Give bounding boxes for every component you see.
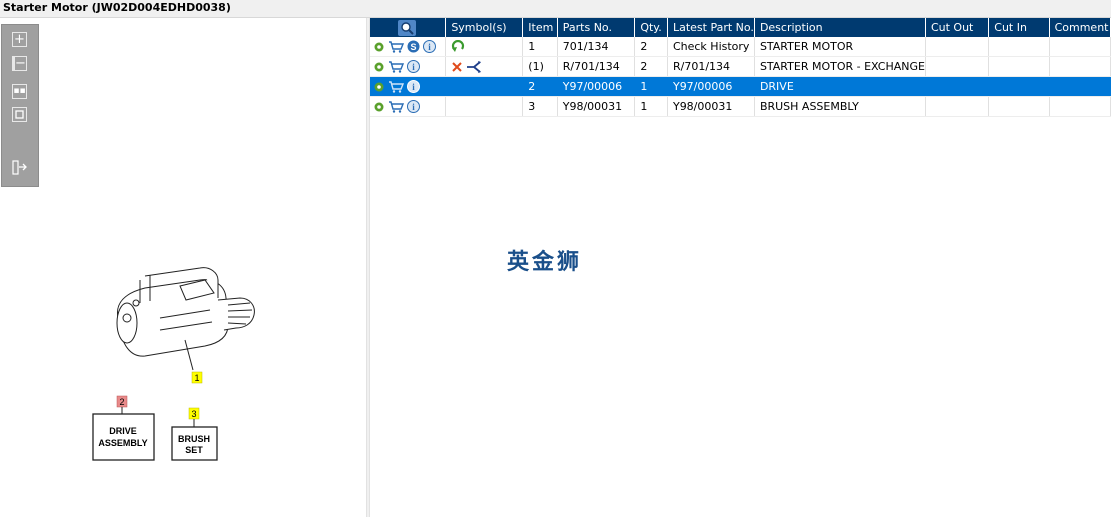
- qty-cell: 1: [634, 76, 668, 97]
- table-row[interactable]: i (1) R/701/134 2 R/701/134 STARTER MOTO…: [370, 56, 1111, 77]
- symbols-cell: [445, 37, 524, 57]
- column-header-parts-no[interactable]: Parts No.: [557, 18, 636, 37]
- cut-in-cell: [988, 96, 1050, 117]
- cut-in-cell: [988, 37, 1050, 57]
- parts-no-cell: Y98/00031: [557, 96, 636, 117]
- row-actions: i: [370, 76, 447, 97]
- column-header-qty[interactable]: Qty.: [634, 18, 668, 37]
- comment-cell: [1049, 96, 1111, 117]
- cut-in-cell: [988, 56, 1050, 77]
- row-actions: i: [370, 96, 447, 117]
- watermark-text: 英金狮: [507, 250, 583, 275]
- callout-2-label: 2: [119, 397, 124, 407]
- qty-cell: 2: [634, 56, 668, 77]
- cart-icon[interactable]: [388, 60, 404, 73]
- comment-cell: [1049, 76, 1111, 97]
- actual-size-icon[interactable]: [12, 107, 27, 122]
- description-cell: STARTER MOTOR: [754, 37, 926, 57]
- starter-motor-illustration: [116, 267, 255, 371]
- column-header-cut-out[interactable]: Cut Out: [925, 18, 990, 37]
- column-header-description[interactable]: Description: [754, 18, 926, 37]
- cut-out-cell: [925, 56, 990, 77]
- brush-box-line-2: SET: [185, 445, 203, 455]
- cut-out-cell: [925, 76, 990, 97]
- item-cell: 1: [522, 37, 558, 57]
- callout-1-label: 1: [194, 373, 199, 383]
- item-cell: 3: [522, 96, 558, 117]
- exchange-refresh-icon[interactable]: [451, 39, 465, 54]
- cart-icon[interactable]: [388, 80, 404, 93]
- row-actions: Si: [370, 37, 447, 57]
- comment-cell: [1049, 37, 1111, 57]
- parts-no-cell: R/701/134: [557, 56, 636, 77]
- search-icon[interactable]: [398, 19, 416, 36]
- description-cell: BRUSH ASSEMBLY: [754, 96, 926, 117]
- item-cell: (1): [522, 56, 558, 77]
- column-header-item[interactable]: Item: [522, 18, 558, 37]
- latest-part-no-cell: Y98/00031: [667, 96, 755, 117]
- qty-cell: 1: [634, 96, 668, 117]
- parts-table: Symbol(s) Item Parts No. Qty. Latest Par…: [370, 18, 1111, 117]
- description-cell: DRIVE: [754, 76, 926, 97]
- zoom-out-icon[interactable]: −: [12, 56, 27, 71]
- exploded-view-diagram: 1 2 DRIVE ASSEMBLY 3 BRUSH SET: [92, 267, 255, 461]
- callout-3-label: 3: [191, 409, 196, 419]
- column-header-actions[interactable]: [370, 18, 447, 37]
- info-icon[interactable]: i: [407, 100, 420, 114]
- symbols-cell: [445, 76, 524, 97]
- item-cell: 2: [522, 76, 558, 97]
- row-actions: i: [370, 56, 447, 77]
- drive-box-line-1: DRIVE: [109, 426, 137, 436]
- column-header-latest-part-no[interactable]: Latest Part No.: [667, 18, 755, 37]
- column-header-cut-in[interactable]: Cut In: [988, 18, 1050, 37]
- info-icon[interactable]: i: [423, 40, 436, 54]
- comment-cell: [1049, 56, 1111, 77]
- qty-cell: 2: [634, 37, 668, 57]
- gear-icon[interactable]: [373, 101, 385, 113]
- drive-box-line-2: ASSEMBLY: [98, 438, 147, 448]
- drive-assembly-box[interactable]: [92, 413, 155, 461]
- gear-icon[interactable]: [373, 81, 385, 93]
- split-arrow-icon[interactable]: [466, 60, 482, 74]
- fit-all-icon[interactable]: ▪▪: [12, 84, 27, 99]
- table-header-row: Symbol(s) Item Parts No. Qty. Latest Par…: [370, 18, 1111, 37]
- cart-icon[interactable]: [388, 40, 404, 53]
- table-row[interactable]: Si 1 701/134 2 Check History STARTER MOT…: [370, 37, 1111, 57]
- window-title-bar: Starter Motor (JW02D004EDHD0038): [0, 0, 1111, 18]
- latest-part-no-cell: Y97/00006: [667, 76, 755, 97]
- diagram-toolbar: + − ▪▪: [1, 24, 39, 187]
- zoom-in-icon[interactable]: +: [12, 32, 27, 47]
- column-header-symbols[interactable]: Symbol(s): [445, 18, 524, 37]
- export-icon[interactable]: [12, 160, 27, 175]
- not-available-x-icon[interactable]: [451, 61, 463, 73]
- table-row-selected[interactable]: i 2 Y97/00006 1 Y97/00006 DRIVE: [370, 76, 1111, 97]
- symbols-cell: [445, 96, 524, 117]
- cut-out-cell: [925, 37, 990, 57]
- gear-icon[interactable]: [373, 61, 385, 73]
- parts-no-cell: Y97/00006: [557, 76, 636, 97]
- info-icon[interactable]: i: [407, 80, 420, 94]
- cart-icon[interactable]: [388, 100, 404, 113]
- brush-box-line-1: BRUSH: [178, 434, 210, 444]
- table-row[interactable]: i 3 Y98/00031 1 Y98/00031 BRUSH ASSEMBLY: [370, 96, 1111, 117]
- svg-text:S: S: [410, 42, 416, 52]
- latest-part-no-cell: R/701/134: [667, 56, 755, 77]
- supersession-s-icon[interactable]: S: [407, 40, 420, 53]
- diagram-pane[interactable]: 1 2 DRIVE ASSEMBLY 3 BRUSH SET + − ▪▪: [0, 18, 366, 517]
- gear-icon[interactable]: [373, 41, 385, 53]
- latest-part-no-cell[interactable]: Check History: [667, 37, 755, 57]
- cut-in-cell: [988, 76, 1050, 97]
- parts-grid: Symbol(s) Item Parts No. Qty. Latest Par…: [370, 18, 1111, 517]
- info-icon[interactable]: i: [407, 60, 420, 74]
- description-cell: STARTER MOTOR - EXCHANGE: [754, 56, 926, 77]
- parts-no-cell: 701/134: [557, 37, 636, 57]
- symbols-cell: [445, 56, 524, 77]
- window-title: Starter Motor (JW02D004EDHD0038): [3, 1, 231, 14]
- column-header-comment[interactable]: Comment: [1049, 18, 1111, 37]
- cut-out-cell: [925, 96, 990, 117]
